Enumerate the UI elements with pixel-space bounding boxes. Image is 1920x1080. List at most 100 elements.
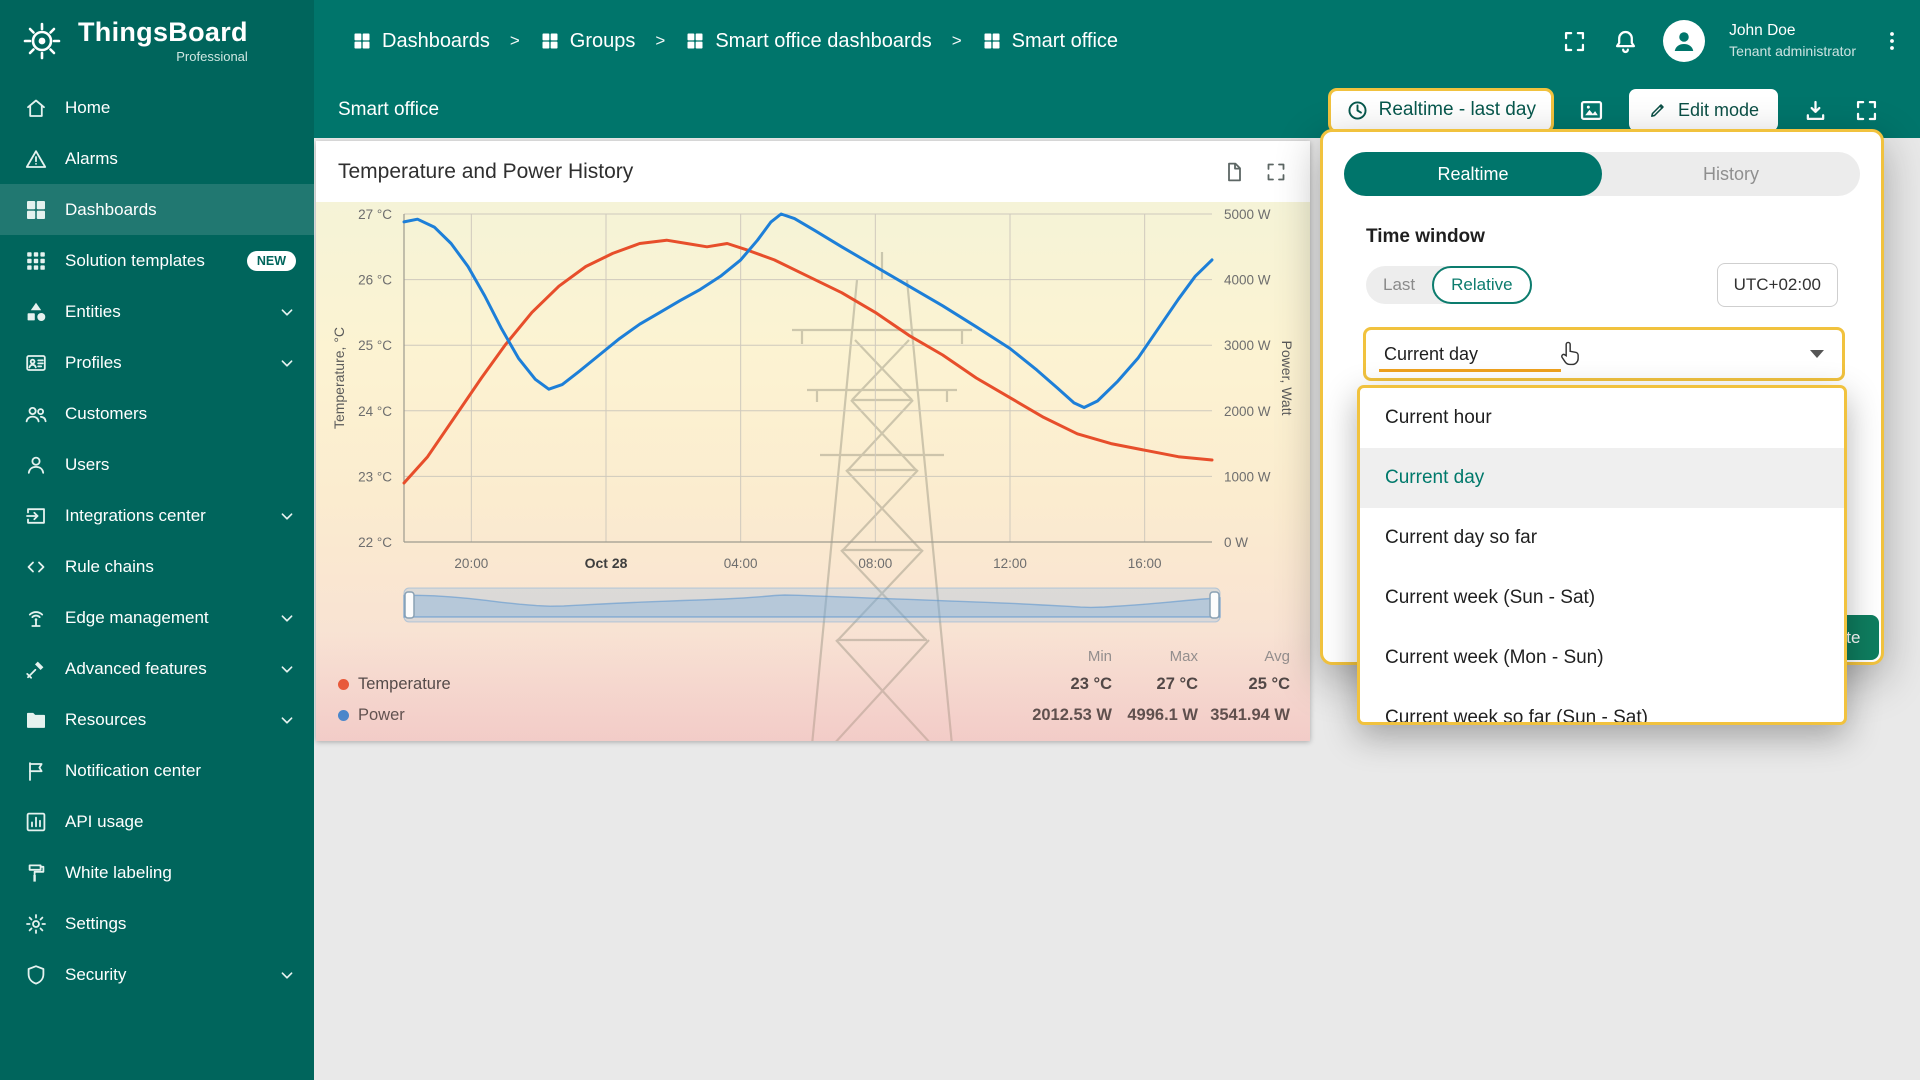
thingsboard-logo-icon [18,17,66,65]
tab-history[interactable]: History [1602,152,1860,196]
user-info: John Doe Tenant administrator [1729,20,1856,61]
edit-mode-button[interactable]: Edit mode [1628,89,1778,131]
sidebar-item-users[interactable]: Users [0,439,314,490]
slider-handle-left[interactable] [404,591,415,619]
sidebar-menu: Home Alarms Dashboards Solution templates NE… [0,82,314,1000]
new-badge: NEW [246,250,296,271]
timewindow-button[interactable]: Realtime - last day [1327,87,1554,133]
flag-icon [24,759,48,783]
user-name: John Doe [1729,22,1796,40]
svg-text:Temperature, °C: Temperature, °C [331,327,347,429]
dashboards-icon [24,198,48,222]
user-avatar[interactable] [1663,20,1706,62]
fullscreen-icon[interactable] [1561,28,1588,55]
clock-icon [1346,99,1369,122]
svg-text:Oct 28: Oct 28 [585,555,628,571]
interval-select[interactable]: Current day [1363,327,1845,381]
sidebar-item-label: Advanced features [65,658,207,678]
svg-text:26 °C: 26 °C [358,273,392,288]
legend-value: 2012.53 W [1032,706,1112,724]
sidebar-item-rule-chains[interactable]: Rule chains [0,541,314,592]
svg-text:24 °C: 24 °C [358,404,392,419]
breadcrumb-item-dashboards[interactable]: Dashboards [352,30,490,53]
slider-handle-right[interactable] [1209,591,1220,619]
breadcrumb-item-smart-office-dashboards[interactable]: Smart office dashboards [685,30,932,53]
more-vert-icon[interactable] [1880,29,1904,53]
timezone-button[interactable]: UTC+02:00 [1716,263,1838,307]
legend-series-temperature[interactable]: Temperature [338,675,1026,694]
sidebar-item-label: API usage [65,811,144,831]
chevron-icon [276,505,298,527]
breadcrumb-item-smart-office[interactable]: Smart office [982,30,1118,53]
category-icon [24,300,48,324]
background-image-icon[interactable] [1578,97,1605,124]
brand-name: ThingsBoard [78,16,248,47]
sidebar-item-profiles[interactable]: Profiles [0,337,314,388]
sidebar-item-security[interactable]: Security [0,949,314,1000]
sidebar-item-dashboards[interactable]: Dashboards [0,184,314,235]
breadcrumb-item-groups[interactable]: Groups [540,29,636,53]
legend-header-row: Min Max Avg [338,643,1290,669]
widget-header: Temperature and Power History [316,141,1310,202]
sidebar-item-label: Home [65,97,111,117]
dropdown-option-current-week-sun-sat[interactable]: Current week (Sun - Sat) [1360,568,1844,628]
sidebar-item-label: Solution templates [65,250,205,270]
sidebar-item-notification-center[interactable]: Notification center [0,745,314,796]
sidebar-item-api-usage[interactable]: API usage [0,796,314,847]
breadcrumb-separator: > [655,31,666,50]
tab-realtime[interactable]: Realtime [1344,152,1602,196]
legend-header: Min [1087,647,1112,665]
svg-text:25 °C: 25 °C [358,338,392,353]
chevron-icon [276,352,298,374]
grid-icon [540,31,560,51]
sidebar-item-resources[interactable]: Resources [0,694,314,745]
toolbar-actions: Realtime - last day Edit mode [1327,87,1880,133]
sidebar-item-label: Security [65,964,127,984]
toggle-option-last[interactable]: Last [1366,266,1432,304]
legend-row: Temperature 23 °C 27 °C 25 °C [338,669,1290,700]
chevron-icon [276,964,298,986]
dropdown-option-current-day[interactable]: Current day [1360,448,1844,508]
widget-title: Temperature and Power History [338,159,634,183]
sidebar-item-alarms[interactable]: Alarms [0,133,314,184]
user-role: Tenant administrator [1729,43,1856,60]
legend-value: 25 °C [1248,675,1290,693]
dropdown-option-current-hour[interactable]: Current hour [1360,388,1844,448]
sidebar-item-white-labeling[interactable]: White labeling [0,847,314,898]
legend-header: Avg [1264,647,1290,665]
export-file-icon[interactable] [1222,160,1246,184]
input-underline [1379,369,1561,372]
toggle-option-relative[interactable]: Relative [1432,266,1532,304]
sidebar-item-edge-management[interactable]: Edge management [0,592,314,643]
breadcrumb: Dashboards > Groups > Smart office dashboard… [352,30,1561,53]
sidebar-item-entities[interactable]: Entities [0,286,314,337]
widget-body: 27 °C 5000 W 26 °C 4000 W 25 °C 3000 W 24 °C 20… [316,202,1310,741]
breadcrumb-label: Groups [569,29,636,52]
expand-widget-icon[interactable] [1264,160,1288,184]
grid-icon [982,31,1002,51]
sidebar-item-home[interactable]: Home [0,82,314,133]
sidebar-item-label: Dashboards [65,199,157,219]
timewindow-button-label: Realtime - last day [1378,99,1536,120]
top-header: Dashboards > Groups > Smart office dashboard… [314,0,1920,82]
download-icon[interactable] [1802,97,1829,124]
badge-icon [24,351,48,375]
dropdown-option-current-day-so-far[interactable]: Current day so far [1360,508,1844,568]
paint-roller-icon [24,861,48,885]
sidebar-item-advanced-features[interactable]: Advanced features [0,643,314,694]
svg-text:12:00: 12:00 [993,556,1027,571]
app-logo[interactable]: ThingsBoard Professional [0,0,314,82]
dropdown-option-current-week-mon-sun[interactable]: Current week (Mon - Sun) [1360,628,1844,688]
sidebar-item-customers[interactable]: Customers [0,388,314,439]
expand-dashboard-icon[interactable] [1853,97,1880,124]
dropdown-option-current-week-so-far-sun-sat[interactable]: Current week so far (Sun - Sat) [1360,688,1844,722]
user-avatar-icon [1669,26,1699,56]
svg-text:27 °C: 27 °C [358,207,392,222]
notifications-bell-icon[interactable] [1612,28,1639,55]
legend-series-power[interactable]: Power [338,706,1026,725]
sidebar-item-label: Integrations center [65,505,206,525]
widget-legend: Min Max Avg Temperature 23 °C 27 °C 25 °C Power… [316,643,1310,731]
sidebar-item-settings[interactable]: Settings [0,898,314,949]
sidebar-item-solution-templates[interactable]: Solution templates NEW [0,235,314,286]
sidebar-item-integrations-center[interactable]: Integrations center [0,490,314,541]
